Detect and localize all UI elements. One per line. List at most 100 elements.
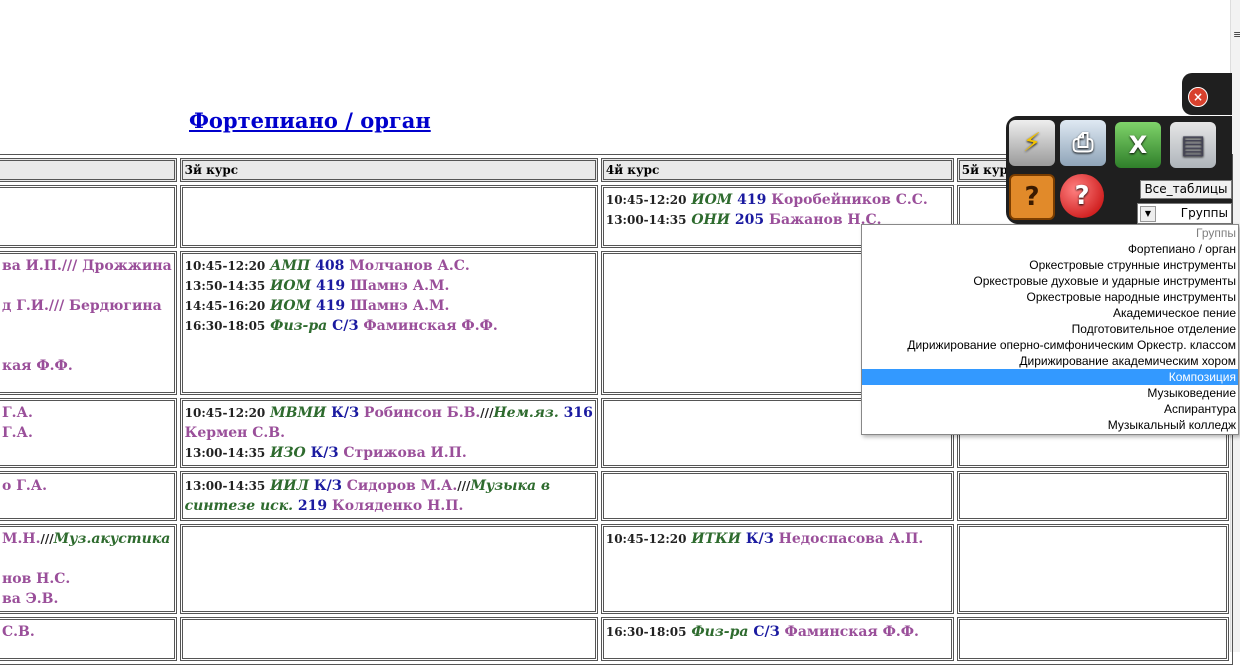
lesson-subject: Музыка в bbox=[470, 478, 551, 494]
table-cell bbox=[179, 185, 598, 248]
lesson-teacher: Фаминская Ф.Ф. bbox=[784, 624, 919, 640]
partial-teacher: С.В. bbox=[2, 624, 35, 640]
header-col-0 bbox=[0, 158, 177, 182]
partial-teacher: ва Э.В. bbox=[2, 591, 59, 607]
dropdown-option[interactable]: Оркестровые струнные инструменты bbox=[862, 257, 1238, 273]
partial-teacher: Г.А. bbox=[2, 425, 33, 441]
lesson-teacher: Шамнэ А.М. bbox=[350, 298, 450, 314]
dropdown-option[interactable]: Академическое пение bbox=[862, 305, 1238, 321]
lesson-subject: ИЗО bbox=[270, 445, 306, 461]
table-cell: 13:00-14:35 ИИЛ К/З Сидоров М.А.///Музык… bbox=[179, 471, 598, 521]
separator: /// bbox=[40, 532, 54, 546]
dropdown-option[interactable]: Дирижирование оперно-симфоническим Оркес… bbox=[862, 337, 1238, 353]
print-flash-glyph: ⚡ bbox=[1022, 128, 1042, 158]
lesson-room: К/З bbox=[313, 478, 342, 494]
lesson-subject: Нем.яз. bbox=[493, 405, 559, 421]
table-cell bbox=[600, 471, 954, 521]
all-tables-button[interactable]: Все_таблицы bbox=[1140, 180, 1232, 199]
lesson-room: К/З bbox=[310, 445, 339, 461]
lesson-room: 219 bbox=[297, 498, 328, 514]
lesson-time: 10:45-12:20 bbox=[184, 406, 266, 420]
group-select-value: Группы bbox=[1180, 206, 1228, 220]
lesson-room: 419 bbox=[737, 192, 767, 208]
lesson-room: 205 bbox=[734, 212, 765, 228]
table-cell bbox=[956, 471, 1229, 521]
dropdown-option[interactable]: Дирижирование академическим хором bbox=[862, 353, 1238, 369]
table-cell bbox=[179, 524, 598, 614]
partial-teacher: о Г.А. bbox=[2, 478, 48, 494]
lesson-subject: ИИЛ bbox=[270, 478, 309, 494]
excel-icon[interactable]: X bbox=[1115, 122, 1161, 168]
lesson-teacher: Робинсон Б.В. bbox=[363, 405, 481, 421]
partial-teacher: д Г.И./// Бердюгина bbox=[2, 298, 162, 314]
partial-teacher: М.Н. bbox=[2, 531, 41, 547]
dropdown-option[interactable]: Оркестровые народные инструменты bbox=[862, 289, 1238, 305]
lesson-time: 13:00-14:35 bbox=[184, 479, 266, 493]
help-search-icon[interactable]: ? bbox=[1060, 174, 1104, 218]
partial-teacher bbox=[2, 276, 172, 296]
partial-teacher: кая Ф.Ф. bbox=[2, 358, 73, 374]
chevron-down-icon[interactable]: ▼ bbox=[1140, 206, 1156, 222]
printer-icon[interactable]: ⎙ bbox=[1060, 120, 1106, 166]
header-col-4-course: 4й курс bbox=[600, 158, 954, 182]
lesson-subject: Физ-ра bbox=[270, 318, 328, 334]
lesson-teacher: Шамнэ А.М. bbox=[350, 278, 450, 294]
lesson-entry: 13:00-14:35 ИЗО К/З Стрижова И.П. bbox=[185, 443, 593, 463]
lesson-teacher: Сидоров М.А. bbox=[346, 478, 458, 494]
lesson-teacher: Недоспасова А.П. bbox=[778, 531, 924, 547]
lesson-room: К/З bbox=[745, 531, 774, 547]
table-cell bbox=[956, 617, 1229, 661]
print-flash-icon[interactable]: ⚡ bbox=[1009, 120, 1055, 166]
lesson-entry: синтезе иск. 219 Коляденко Н.П. bbox=[185, 496, 593, 516]
lesson-subject: ОНИ bbox=[691, 212, 731, 228]
table-cell: С.В. bbox=[0, 617, 177, 661]
dropdown-option[interactable]: Подготовительное отделение bbox=[862, 321, 1238, 337]
partial-teacher bbox=[2, 336, 172, 356]
group-dropdown-list[interactable]: Группы Фортепиано / орган Оркестровые ст… bbox=[861, 224, 1239, 435]
scroll-menu-icon[interactable]: ≡ bbox=[1233, 28, 1240, 41]
page-title-link[interactable]: Фортепиано / орган bbox=[189, 108, 431, 133]
lesson-subject: Физ-ра bbox=[691, 624, 749, 640]
lesson-entry: 10:45-12:20 ИТКИ К/З Недоспасова А.П. bbox=[606, 529, 949, 549]
lesson-entry: 14:45-16:20 ИОМ 419 Шамнэ А.М. bbox=[185, 296, 593, 316]
lesson-time: 10:45-12:20 bbox=[184, 259, 266, 273]
dropdown-option[interactable]: Музыковедение bbox=[862, 385, 1238, 401]
table-cell bbox=[0, 185, 177, 248]
lesson-entry: 10:45-12:20 МВМИ К/З Робинсон Б.В.///Нем… bbox=[185, 403, 593, 423]
dropdown-option[interactable]: Группы bbox=[862, 225, 1238, 241]
dropdown-option[interactable]: Музыкальный колледж bbox=[862, 417, 1238, 433]
lesson-subject: МВМИ bbox=[270, 405, 327, 421]
lesson-room: 419 bbox=[315, 278, 346, 294]
lesson-time: 13:50-14:35 bbox=[184, 279, 266, 293]
save-disk-icon[interactable]: ▤ bbox=[1170, 122, 1216, 168]
lesson-room: С/З bbox=[753, 624, 780, 640]
lesson-time: 16:30-18:05 bbox=[605, 625, 687, 639]
separator: /// bbox=[480, 406, 494, 420]
dropdown-option-selected[interactable]: Композиция bbox=[862, 369, 1238, 385]
header-col-3-course: 3й курс bbox=[179, 158, 598, 182]
lesson-room: 408 bbox=[315, 258, 345, 274]
lesson-entry: 16:30-18:05 Физ-ра С/З Фаминская Ф.Ф. bbox=[185, 316, 593, 336]
dropdown-option[interactable]: Оркестровые духовые и ударные инструмент… bbox=[862, 273, 1238, 289]
lesson-room: 316 bbox=[563, 405, 593, 421]
lesson-entry: М.Н.///Муз.акустика bbox=[2, 529, 172, 549]
lesson-time: 10:45-12:20 bbox=[605, 193, 687, 207]
group-select[interactable]: ▼ Группы bbox=[1137, 203, 1232, 224]
close-icon[interactable]: × bbox=[1188, 87, 1208, 107]
dropdown-option[interactable]: Фортепиано / орган bbox=[862, 241, 1238, 257]
lesson-teacher: Кермен С.В. bbox=[184, 425, 285, 441]
dropdown-option[interactable]: Аспирантура bbox=[862, 401, 1238, 417]
lesson-subject: Муз.акустика bbox=[53, 531, 171, 547]
excel-glyph: X bbox=[1128, 131, 1148, 159]
lesson-entry: 16:30-18:05 Физ-ра С/З Фаминская Ф.Ф. bbox=[606, 622, 949, 642]
partial-teacher: нов Н.С. bbox=[2, 571, 71, 587]
printer-glyph: ⎙ bbox=[1072, 127, 1094, 158]
question-block-icon[interactable]: ? bbox=[1009, 174, 1055, 220]
table-row: о Г.А. 13:00-14:35 ИИЛ К/З Сидоров М.А./… bbox=[0, 471, 1229, 521]
table-row: М.Н.///Муз.акустика нов Н.С. ва Э.В. 10:… bbox=[0, 524, 1229, 614]
empty-line bbox=[2, 549, 172, 569]
lesson-subject: синтезе иск. bbox=[184, 498, 294, 514]
table-cell: Г.А. Г.А. bbox=[0, 398, 177, 468]
lesson-entry: 10:45-12:20 ИОМ 419 Коробейников С.С. bbox=[606, 190, 949, 210]
table-cell: 10:45-12:20 ИТКИ К/З Недоспасова А.П. bbox=[600, 524, 954, 614]
